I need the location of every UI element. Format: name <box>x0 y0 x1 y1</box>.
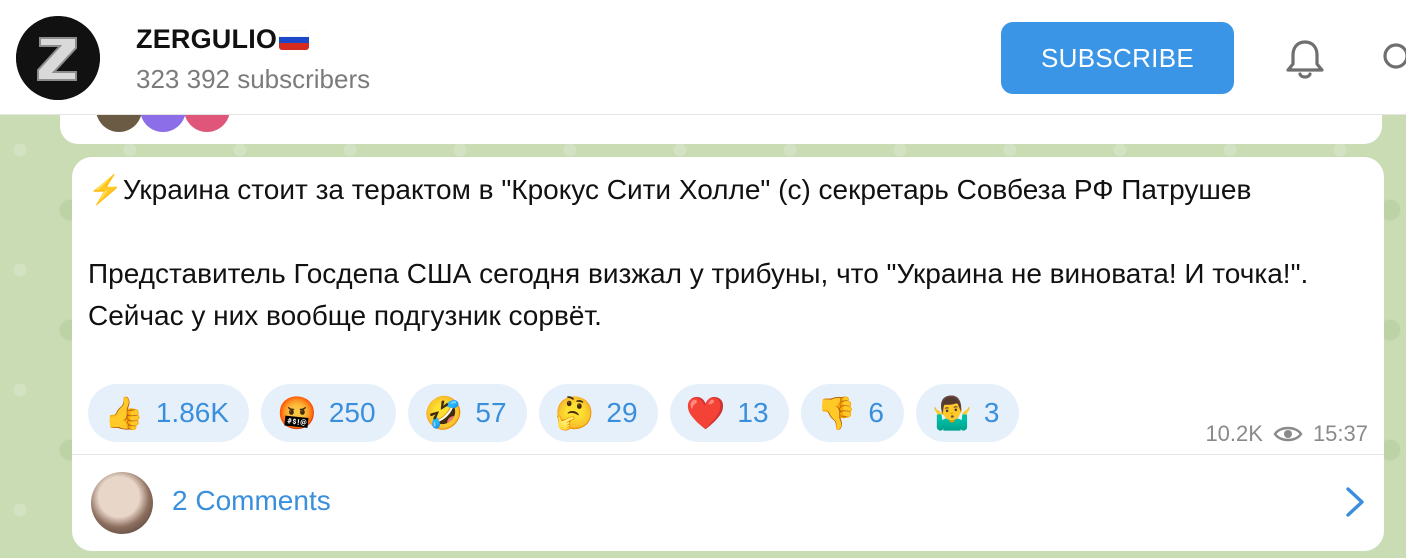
reaction-thinking[interactable]: 🤔 29 <box>538 384 658 442</box>
message-meta: 10.2K 15:37 <box>1205 421 1368 447</box>
commenter-avatar <box>91 472 153 534</box>
thumbs-up-icon: 👍 <box>104 395 144 431</box>
reaction-count: 1.86K <box>155 397 230 428</box>
reaction-shrug[interactable]: 🤷‍♂️ 3 <box>916 384 1020 442</box>
reaction-count: 29 <box>606 397 638 428</box>
z-logo-icon <box>16 16 100 100</box>
bell-icon[interactable] <box>1282 36 1328 82</box>
comments-button[interactable]: 2 Comments <box>72 455 1384 551</box>
channel-avatar[interactable] <box>16 16 100 100</box>
message-card[interactable]: ⚡Украина стоит за терактом в "Крокус Сит… <box>72 157 1384 551</box>
cursing-face-icon: 🤬 <box>277 395 317 431</box>
subscriber-count: 323 392 subscribers <box>136 64 371 94</box>
channel-title[interactable]: ZERGULIO <box>136 24 310 55</box>
reaction-count: 3 <box>983 397 1000 428</box>
chevron-right-icon <box>1346 487 1364 517</box>
reaction-cursing[interactable]: 🤬 250 <box>261 384 396 442</box>
reaction-count: 6 <box>868 397 884 428</box>
search-icon[interactable] <box>1378 38 1406 78</box>
reactions-bar: 👍 1.86K 🤬 250 🤣 57 🤔 29 ❤️ 13 👎 6 🤷‍♂️ 3 <box>88 384 1020 442</box>
reaction-count: 13 <box>737 397 769 428</box>
reaction-thumbs-down[interactable]: 👎 6 <box>800 384 904 442</box>
channel-name: ZERGULIO <box>136 24 278 54</box>
message-text: ⚡Украина стоит за терактом в "Крокус Сит… <box>88 169 1368 337</box>
shrug-icon: 🤷‍♂️ <box>932 395 972 431</box>
message-time: 15:37 <box>1312 421 1368 446</box>
reaction-rofl[interactable]: 🤣 57 <box>407 384 527 442</box>
rofl-face-icon: 🤣 <box>423 395 464 431</box>
message-paragraph: Представитель Госдепа США сегодня визжал… <box>88 258 1309 331</box>
thinking-face-icon: 🤔 <box>554 395 595 431</box>
red-heart-icon: ❤️ <box>685 395 726 431</box>
view-count: 10.2K <box>1205 421 1263 446</box>
subscribe-button[interactable]: SUBSCRIBE <box>1001 22 1234 94</box>
reaction-count: 250 <box>328 397 376 428</box>
message-paragraph: ⚡Украина стоит за терактом в "Крокус Сит… <box>88 174 1252 205</box>
comments-label: 2 Comments <box>172 485 331 516</box>
reaction-count: 57 <box>475 397 507 428</box>
thumbs-down-icon: 👎 <box>816 395 857 431</box>
channel-header: ZERGULIO 323 392 subscribers SUBSCRIBE <box>0 0 1406 115</box>
reaction-thumbs-up[interactable]: 👍 1.86K <box>88 384 250 442</box>
russia-flag-icon <box>279 29 310 50</box>
reaction-heart[interactable]: ❤️ 13 <box>669 384 789 442</box>
eye-icon <box>1273 426 1303 442</box>
